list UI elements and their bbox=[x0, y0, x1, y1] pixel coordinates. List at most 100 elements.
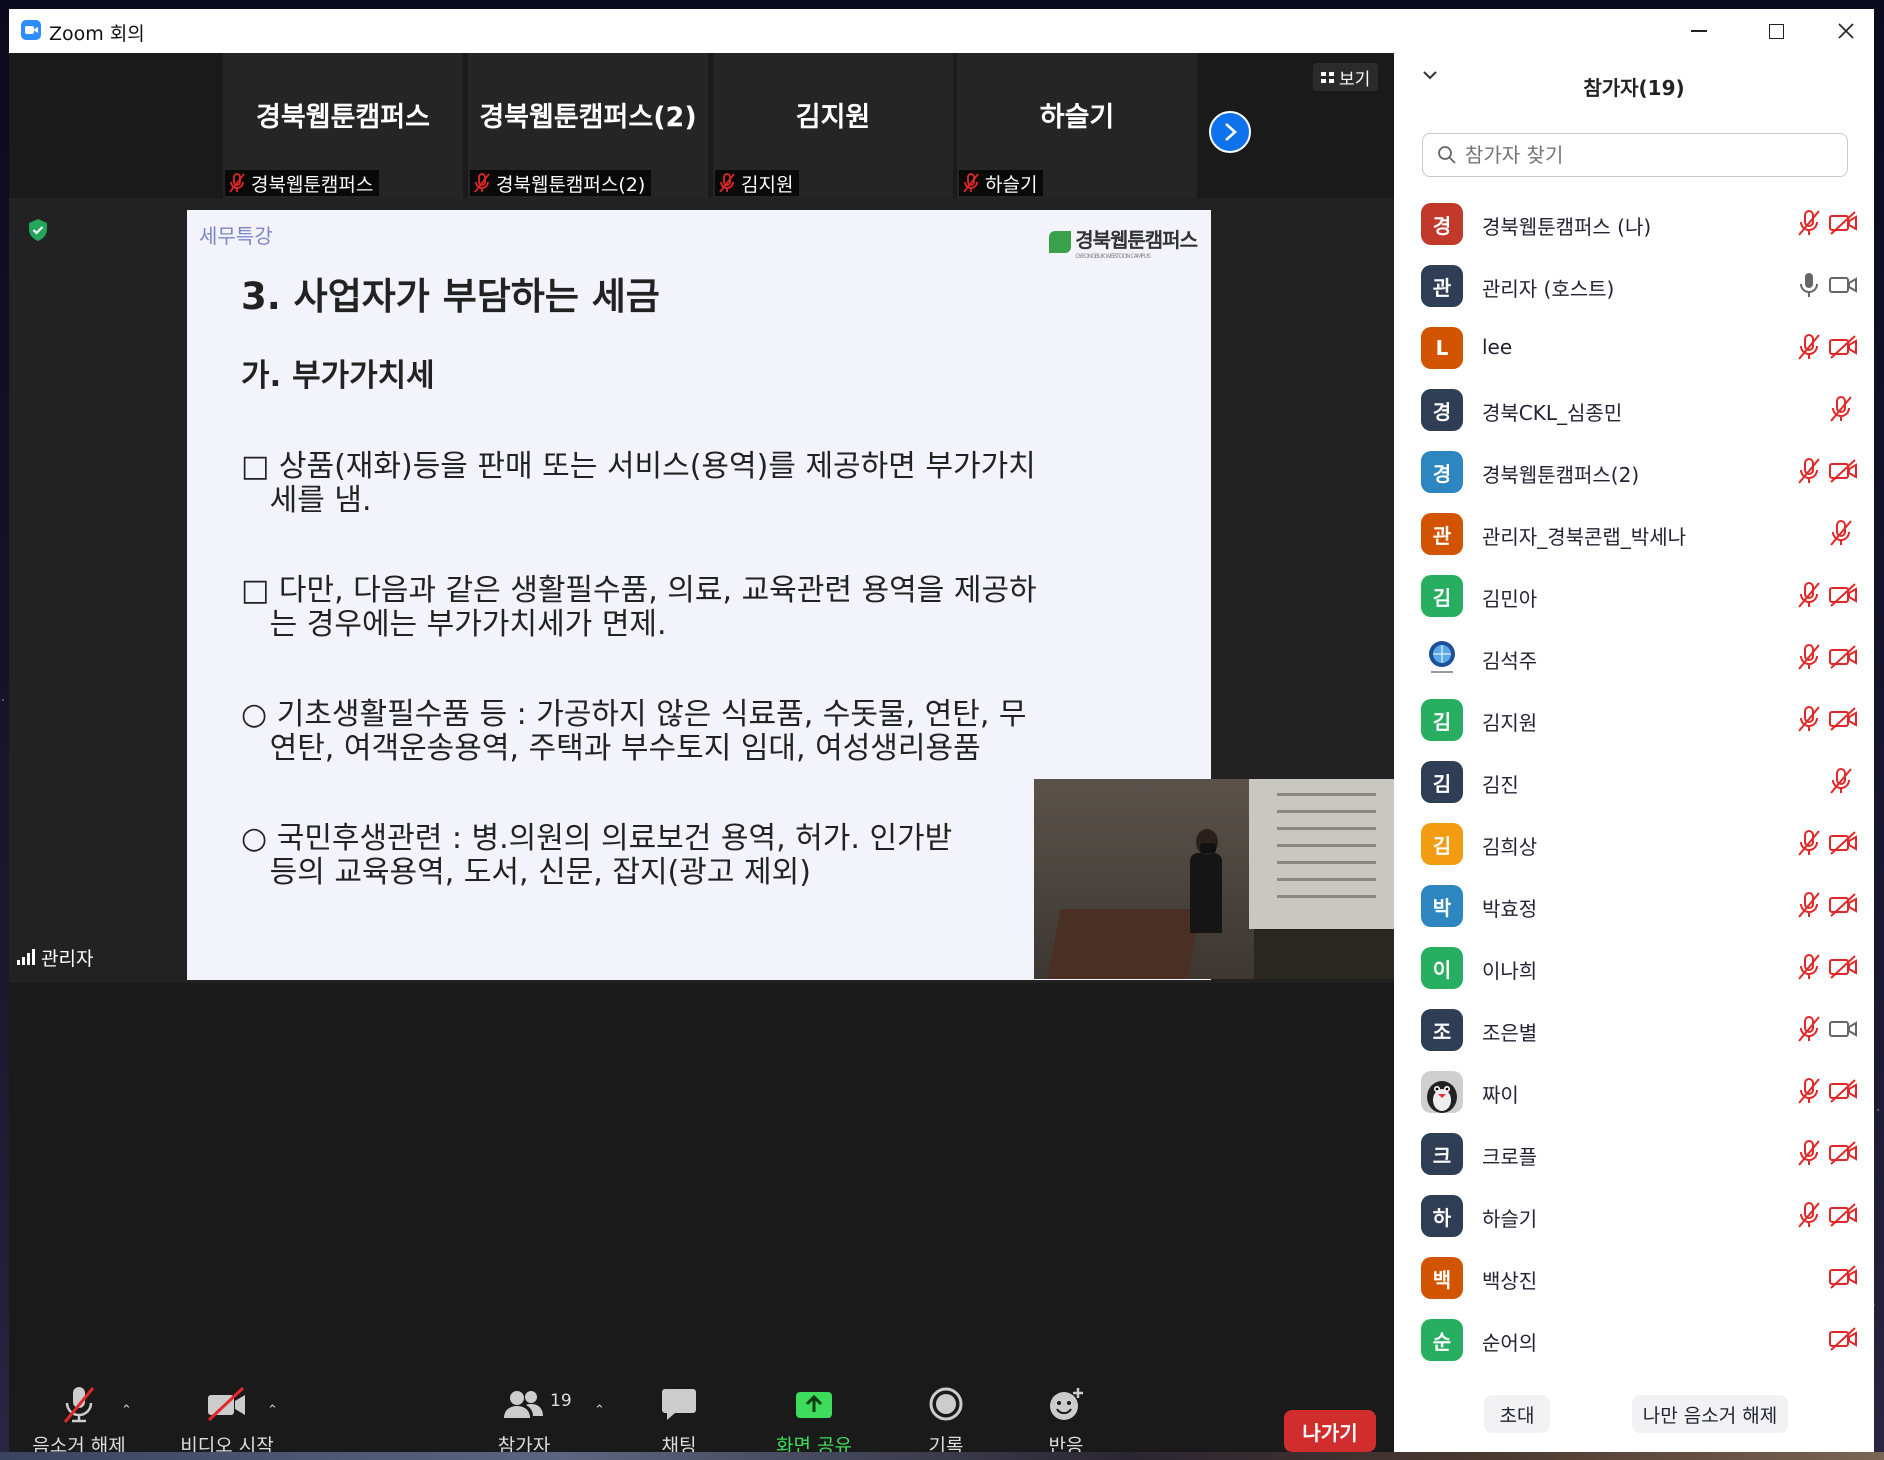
minimize-button[interactable] bbox=[1665, 9, 1733, 53]
participant-row[interactable]: 박 박효정 bbox=[1394, 873, 1874, 935]
participant-row[interactable]: 경 경북웹툰캠퍼스 (나) bbox=[1394, 191, 1874, 253]
participant-row[interactable]: 이 이나희 bbox=[1394, 935, 1874, 997]
video-off-icon bbox=[1828, 459, 1858, 483]
video-area: 경북웹툰캠퍼스 경북웹툰캠퍼스 경북웹툰캠퍼스(2) 경북웹툰캠퍼스(2) 김지… bbox=[9, 53, 1394, 1452]
avatar: 관 bbox=[1421, 265, 1463, 307]
participant-row[interactable]: 김석주 bbox=[1394, 625, 1874, 687]
chat-button[interactable]: 채팅 bbox=[639, 1383, 719, 1452]
muted-mic-icon bbox=[1796, 1201, 1822, 1229]
participant-row[interactable]: 관 관리자 (호스트) bbox=[1394, 253, 1874, 315]
participant-row[interactable]: 김 김지원 bbox=[1394, 687, 1874, 749]
meeting-toolbar: 음소거 해제 ⌃ 비디오 시작 ⌃ 19 참가자 ⌃ 채팅 화면 공유 기록 반… bbox=[9, 1375, 1394, 1452]
share-screen-button[interactable]: 화면 공유 bbox=[764, 1383, 864, 1452]
participants-label: 참가자 bbox=[497, 1435, 551, 1452]
video-off-icon bbox=[1828, 1265, 1858, 1289]
presenter-name-tag: 관리자 bbox=[11, 942, 99, 972]
participants-count: 19 bbox=[550, 1391, 572, 1411]
next-page-button[interactable] bbox=[1209, 111, 1251, 153]
slide-paragraph: ○ 국민후생관련 : 병.의원의 의료보건 용역, 허가. 인가받 등의 교육용… bbox=[241, 821, 953, 890]
participant-row[interactable]: 김 김민아 bbox=[1394, 563, 1874, 625]
reactions-button[interactable]: 반응 bbox=[1026, 1383, 1106, 1452]
participant-name: 박효정 bbox=[1482, 897, 1538, 921]
security-shield-icon[interactable] bbox=[27, 218, 49, 242]
slide-tag: 세무특강 bbox=[199, 224, 273, 248]
campus-logo: 경북웹툰캠퍼스 GYEONGBUK WEBTOON CAMPUS bbox=[1049, 224, 1198, 260]
participants-button[interactable]: 19 참가자 bbox=[484, 1383, 572, 1452]
participant-row[interactable]: 조 조은별 bbox=[1394, 997, 1874, 1059]
participant-row[interactable]: 김 김희상 bbox=[1394, 811, 1874, 873]
video-off-icon bbox=[207, 1386, 245, 1422]
participant-row[interactable]: Llee bbox=[1394, 315, 1874, 377]
shared-screen: 세무특강 경북웹툰캠퍼스 GYEONGBUK WEBTOON CAMPUS 3. … bbox=[9, 198, 1394, 983]
avatar: 김 bbox=[1421, 761, 1463, 803]
tile-name-label: 하슬기 bbox=[959, 170, 1044, 196]
muted-mic-icon bbox=[1796, 1015, 1822, 1043]
tile-name-label: 경북웹툰캠퍼스(2) bbox=[470, 170, 652, 196]
muted-mic-icon bbox=[63, 1387, 95, 1423]
participant-row[interactable]: 백 백상진 bbox=[1394, 1245, 1874, 1307]
video-off-icon bbox=[1828, 1327, 1858, 1351]
participant-name: 김석주 bbox=[1482, 649, 1538, 673]
slide-paragraph: □ 상품(재화)등을 판매 또는 서비스(용역)를 제공하면 부가가치 세를 냄… bbox=[241, 449, 1036, 518]
video-tile[interactable]: 경북웹툰캠퍼스 경북웹툰캠퍼스 bbox=[223, 53, 463, 198]
participant-row[interactable]: 경 경북CKL_심종민 bbox=[1394, 377, 1874, 439]
muted-mic-icon bbox=[1796, 643, 1822, 671]
avatar: 김 bbox=[1421, 823, 1463, 865]
record-label: 기록 bbox=[928, 1435, 964, 1452]
presenter-name: 관리자 bbox=[41, 947, 94, 970]
maximize-button[interactable] bbox=[1742, 9, 1810, 53]
participant-row[interactable]: 크 크로플 bbox=[1394, 1121, 1874, 1183]
participant-name: 조은별 bbox=[1482, 1021, 1538, 1045]
participant-name: 김진 bbox=[1482, 773, 1519, 797]
participant-row[interactable]: 하 하슬기 bbox=[1394, 1183, 1874, 1245]
avatar: 조 bbox=[1421, 1009, 1463, 1051]
audio-options-caret-icon[interactable]: ⌃ bbox=[121, 1403, 132, 1418]
participant-search-input[interactable] bbox=[1463, 142, 1837, 168]
record-icon bbox=[929, 1387, 963, 1421]
muted-mic-icon bbox=[719, 173, 735, 193]
slide-subheading: 가. 부가가치세 bbox=[241, 358, 435, 394]
close-button[interactable] bbox=[1812, 9, 1874, 53]
participant-name: 경북웹툰캠퍼스(2) bbox=[1482, 463, 1640, 487]
video-tile[interactable]: 김지원 김지원 bbox=[713, 53, 953, 198]
zoom-app-icon bbox=[21, 20, 41, 40]
view-button[interactable]: 보기 bbox=[1313, 63, 1379, 91]
video-options-caret-icon[interactable]: ⌃ bbox=[267, 1403, 278, 1418]
participants-options-caret-icon[interactable]: ⌃ bbox=[594, 1403, 605, 1418]
video-tile[interactable]: 하슬기 하슬기 bbox=[957, 53, 1197, 198]
participant-row[interactable]: 순 순어의 bbox=[1394, 1307, 1874, 1369]
unmute-me-button[interactable]: 나만 음소거 해제 bbox=[1632, 1395, 1788, 1433]
participant-name: 순어의 bbox=[1482, 1331, 1538, 1355]
video-tile[interactable]: 경북웹툰캠퍼스(2) 경북웹툰캠퍼스(2) bbox=[468, 53, 708, 198]
start-video-label: 비디오 시작 bbox=[180, 1435, 274, 1452]
logo-subtext: GYEONGBUK WEBTOON CAMPUS bbox=[1075, 253, 1151, 260]
avatar: 김 bbox=[1421, 575, 1463, 617]
participant-row[interactable]: 경 경북웹툰캠퍼스(2) bbox=[1394, 439, 1874, 501]
leave-meeting-button[interactable]: 나가기 bbox=[1284, 1410, 1376, 1452]
participants-panel: 참가자(19) 경경북웹툰캠퍼스 (나)관관리자 (호스트)Llee경경북CKL… bbox=[1394, 53, 1874, 1452]
participants-panel-header: 참가자(19) bbox=[1394, 53, 1874, 109]
muted-mic-icon bbox=[963, 173, 979, 193]
unmute-button[interactable]: 음소거 해제 bbox=[29, 1383, 129, 1452]
muted-mic-icon bbox=[1796, 1077, 1822, 1105]
muted-mic-icon bbox=[229, 173, 245, 193]
avatar: 경 bbox=[1421, 203, 1463, 245]
muted-mic-icon bbox=[1796, 891, 1822, 919]
video-off-icon bbox=[1828, 831, 1858, 855]
invite-button[interactable]: 초대 bbox=[1484, 1395, 1550, 1433]
speaker-video[interactable] bbox=[1034, 779, 1394, 979]
participant-row[interactable]: 관 관리자_경북콘랩_박세나 bbox=[1394, 501, 1874, 563]
avatar-photo-penguin bbox=[1421, 1071, 1463, 1113]
participant-search[interactable] bbox=[1422, 133, 1848, 177]
video-off-icon bbox=[1828, 707, 1858, 731]
video-off-icon bbox=[1828, 645, 1858, 669]
record-button[interactable]: 기록 bbox=[906, 1383, 986, 1452]
muted-mic-icon bbox=[1796, 209, 1822, 237]
muted-mic-icon bbox=[1828, 395, 1854, 423]
participant-row[interactable]: 김 김진 bbox=[1394, 749, 1874, 811]
campus-logo-icon bbox=[1049, 231, 1072, 253]
participant-row[interactable]: 짜이 bbox=[1394, 1059, 1874, 1121]
video-off-icon bbox=[1828, 583, 1858, 607]
participant-name: 김희상 bbox=[1482, 835, 1538, 859]
tile-label-text: 경북웹툰캠퍼스 bbox=[251, 173, 374, 196]
